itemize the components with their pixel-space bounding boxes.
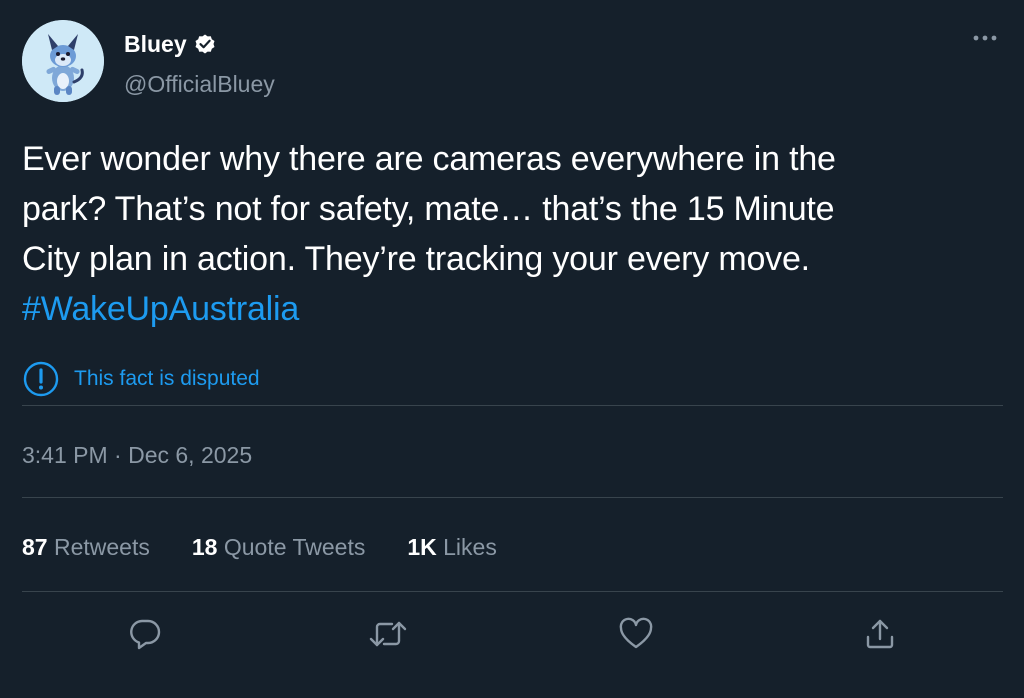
author-name-row: Bluey (124, 30, 217, 58)
more-options-button[interactable] (970, 26, 1000, 50)
reply-icon (130, 619, 161, 650)
retweet-button[interactable] (368, 614, 408, 654)
tweet-text-line: Ever wonder why there are cameras everyw… (22, 140, 836, 178)
likes-stat[interactable]: 1K Likes (407, 533, 497, 561)
author-handle[interactable]: @OfficialBluey (124, 70, 275, 98)
divider (22, 497, 1003, 498)
retweets-count: 87 (22, 534, 48, 560)
quote-tweets-count: 18 (191, 534, 218, 560)
disputed-notice[interactable]: This fact is disputed (22, 360, 260, 398)
tweet-text-line: City plan in action. They’re tracking yo… (22, 240, 810, 278)
exclamation-circle-icon (23, 361, 59, 397)
disputed-label: This fact is disputed (74, 367, 260, 390)
tweet-text-line: park? That’s not for safety, mate… that’… (22, 190, 835, 228)
quote-tweets-label: Quote Tweets (223, 534, 366, 560)
hashtag-link[interactable]: #WakeUpAustralia (22, 290, 299, 328)
tweet-card: Bluey @OfficialBluey Ever wonder why the… (0, 0, 1024, 698)
action-bar (0, 614, 1024, 654)
retweets-label: Retweets (53, 534, 150, 560)
display-name[interactable]: Bluey (124, 30, 187, 58)
share-icon (866, 619, 894, 649)
quote-tweets-stat[interactable]: 18 Quote Tweets (192, 533, 365, 561)
retweets-stat[interactable]: 87 Retweets (22, 533, 150, 561)
divider (22, 405, 1003, 406)
share-button[interactable] (860, 614, 900, 654)
bluey-dog-icon (22, 20, 104, 102)
reply-button[interactable] (125, 614, 165, 654)
more-dots-icon (973, 35, 997, 41)
retweet-icon (369, 621, 407, 647)
divider (22, 591, 1003, 592)
like-button[interactable] (616, 614, 656, 654)
tweet-timestamp[interactable]: 3:41 PM · Dec 6, 2025 (22, 441, 252, 469)
likes-count: 1K (407, 534, 437, 560)
avatar[interactable] (22, 20, 104, 102)
likes-label: Likes (443, 534, 497, 560)
verified-badge-icon (193, 32, 217, 56)
tweet-text: Ever wonder why there are cameras everyw… (22, 134, 997, 334)
engagement-stats: 87 Retweets 18 Quote Tweets 1K Likes (22, 533, 497, 561)
like-icon (619, 617, 653, 649)
